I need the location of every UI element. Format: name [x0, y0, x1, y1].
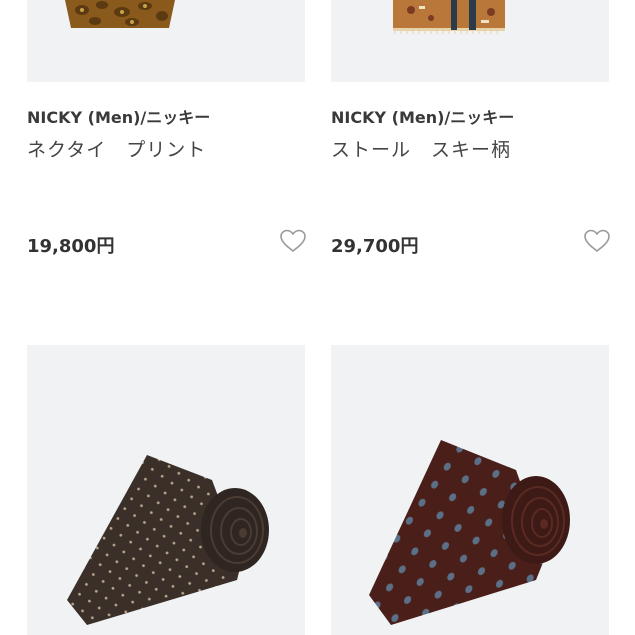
product-brand: NICKY (Men)/ニッキー — [27, 108, 211, 127]
product-card[interactable]: NICKY (Men)/ニッキー ストール スキー柄 29,700円 — [331, 0, 610, 257]
product-name[interactable]: ネクタイ プリント — [27, 135, 206, 162]
stole-ski-pattern-image — [393, 0, 505, 34]
burgundy-dot-necktie-image — [369, 440, 570, 625]
brown-dot-necktie-image — [67, 455, 269, 625]
product-card[interactable]: NICKY (Men)/ニッキー ネクタイ プリント 19,800円 — [27, 0, 306, 257]
necktie-print-image — [65, 0, 175, 28]
product-name[interactable]: ストール スキー柄 — [331, 135, 511, 162]
product-price: 29,700円 — [331, 236, 419, 257]
product-image-necktie-print[interactable] — [27, 0, 305, 82]
product-image-brown-dot-tie[interactable] — [27, 345, 305, 635]
product-image-stole-ski[interactable] — [331, 0, 609, 82]
product-brand: NICKY (Men)/ニッキー — [331, 108, 515, 127]
heart-outline-icon[interactable] — [583, 228, 611, 254]
product-image-burgundy-dot-tie[interactable] — [331, 345, 609, 635]
heart-outline-icon[interactable] — [279, 228, 307, 254]
product-price: 19,800円 — [27, 236, 115, 257]
product-card[interactable] — [27, 345, 305, 635]
product-card[interactable] — [331, 345, 609, 635]
